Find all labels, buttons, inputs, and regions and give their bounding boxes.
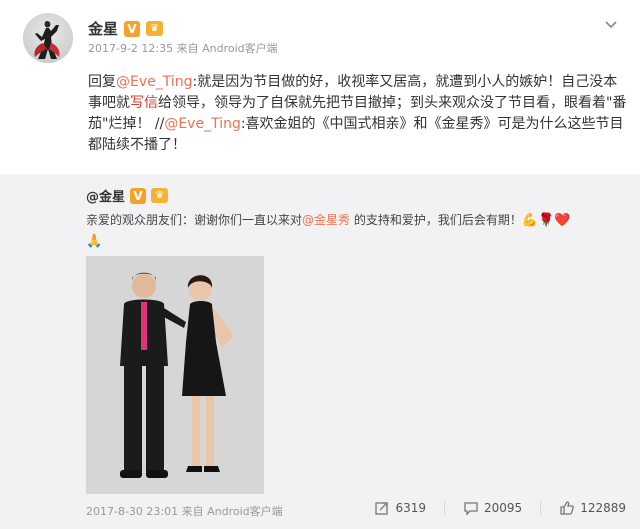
two-hosts-photo-icon — [86, 256, 264, 494]
comment-count: 20095 — [484, 501, 523, 515]
heart-icon: ❤️ — [554, 213, 571, 228]
repost-count: 6319 — [395, 501, 426, 515]
post-text: 回复@Eve_Ting:就是因为节目做的好，收视率又居高，就遭到小人的嫉妒！自己… — [88, 72, 628, 156]
mention-link[interactable]: @金星秀 — [302, 213, 350, 227]
repost-button[interactable]: 6319 — [374, 500, 426, 516]
repost-meta: 2017-8-30 23:01 来自 Android客户端 — [86, 505, 283, 518]
comment-icon — [464, 502, 478, 516]
divider — [540, 501, 542, 515]
repost-text: 亲爱的观众朋友们：谢谢你们一直以来对@金星秀 的支持和爱护，我们后会有期！💪🌹❤… — [86, 210, 616, 252]
text-segment: 亲爱的观众朋友们：谢谢你们一直以来对 — [86, 213, 303, 227]
weibo-post: 金星 V ♛ 2017-9-2 12:35 来自 Android客户端 回复@E… — [0, 0, 640, 174]
repost-footer: 2017-8-30 23:01 来自 Android客户端 6319 20095 — [86, 500, 626, 520]
author-row: 金星 V ♛ — [88, 18, 164, 39]
flexed-biceps-icon: 💪 — [521, 213, 539, 228]
repost-author-name[interactable]: @金星 — [86, 186, 125, 205]
post-meta: 2017-9-2 12:35 来自 Android客户端 — [88, 42, 278, 55]
chevron-down-icon[interactable] — [604, 18, 618, 32]
thumbs-up-icon — [560, 501, 575, 515]
dancer-figure-icon — [34, 21, 60, 59]
comment-button[interactable]: 20095 — [463, 500, 522, 516]
text-segment: 回复 — [88, 74, 116, 90]
action-bar: 6319 20095 122889 — [374, 500, 626, 516]
mention-link[interactable]: @Eve_Ting — [164, 116, 241, 132]
vip-crown-icon: ♛ — [151, 188, 169, 203]
praying-hands-icon: 🙏 — [86, 234, 103, 249]
rose-icon: 🌹 — [538, 213, 555, 228]
text-segment: 的支持和爱护，我们后会有期！ — [350, 213, 522, 227]
mention-link[interactable]: @Eve_Ting — [116, 74, 193, 90]
divider — [444, 501, 445, 515]
repost-author-row: @金星 V ♛ — [86, 186, 169, 205]
verified-icon: V — [124, 20, 141, 37]
repost-icon — [375, 502, 389, 515]
like-count: 122889 — [580, 501, 626, 515]
repost-photo[interactable] — [86, 256, 264, 494]
author-avatar[interactable] — [23, 13, 73, 63]
vip-crown-icon: ♛ — [146, 21, 164, 36]
like-button[interactable]: 122889 — [559, 500, 626, 516]
highlighted-link[interactable]: 写信 — [130, 95, 158, 111]
reposted-weibo[interactable]: @金星 V ♛ 亲爱的观众朋友们：谢谢你们一直以来对@金星秀 的支持和爱护，我们… — [0, 174, 640, 529]
verified-icon: V — [130, 187, 147, 204]
author-name[interactable]: 金星 — [88, 18, 118, 39]
